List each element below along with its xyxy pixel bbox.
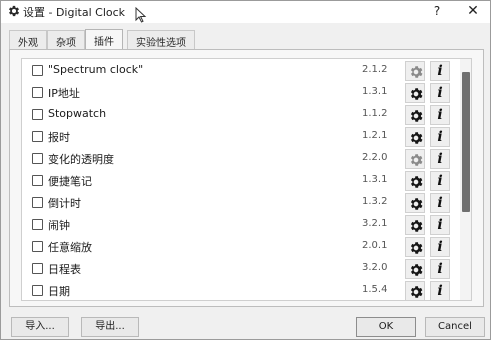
plugin-settings-button[interactable]: [405, 149, 425, 169]
window-title: 设置 - Digital Clock: [23, 6, 126, 19]
plugin-row: 便捷笔记 1.3.1 i: [22, 170, 462, 192]
plugin-info-button[interactable]: i: [430, 127, 450, 147]
plugin-row: 任意缩放 2.0.1 i: [22, 236, 462, 258]
plugin-name: Stopwatch: [48, 107, 107, 120]
cancel-button[interactable]: Cancel: [425, 317, 485, 337]
plugin-row: 日期 1.5.4 i: [22, 280, 462, 300]
plugin-name: 日程表: [48, 263, 81, 276]
plugin-enable-checkbox[interactable]: [32, 219, 43, 230]
plugin-enable-checkbox[interactable]: [32, 153, 43, 164]
settings-dialog: 设置 - Digital Clock ? ✕ 外观 杂项 插件 实验性选项 日期…: [0, 0, 491, 340]
plugin-row: 变化的透明度 2.2.0 i: [22, 148, 462, 170]
plugin-enable-checkbox[interactable]: [32, 263, 43, 274]
plugin-version: 2.1.2: [362, 64, 388, 75]
plugin-version: 1.3.1: [362, 174, 388, 185]
plugin-info-button[interactable]: i: [430, 105, 450, 125]
ok-button[interactable]: OK: [356, 317, 416, 337]
help-button[interactable]: ?: [429, 2, 445, 20]
plugin-name: 便捷笔记: [48, 175, 92, 188]
plugin-enable-checkbox[interactable]: [32, 197, 43, 208]
gear-icon: [410, 88, 423, 100]
plugin-enable-checkbox[interactable]: [32, 109, 43, 120]
plugin-row: 闹钟 3.2.1 i: [22, 214, 462, 236]
plugin-name: 闹钟: [48, 219, 70, 232]
plugin-version: 1.5.4: [362, 284, 388, 295]
plugin-name: "Spectrum clock": [48, 63, 144, 76]
plugin-name: 报时: [48, 131, 70, 144]
plugin-name: 日期: [48, 285, 70, 298]
plugin-row: Stopwatch 1.1.2 i: [22, 104, 462, 126]
plugin-info-button[interactable]: i: [430, 237, 450, 257]
gear-icon: [410, 66, 423, 78]
plugin-settings-button[interactable]: [405, 127, 425, 147]
plugin-settings-button[interactable]: [405, 237, 425, 257]
gear-icon: [410, 176, 423, 188]
mouse-cursor-icon: [135, 7, 147, 23]
plugin-version: 1.3.2: [362, 196, 388, 207]
plugin-version: 1.1.2: [362, 108, 388, 119]
gear-icon: [410, 242, 423, 254]
plugin-settings-button[interactable]: [405, 193, 425, 213]
plugin-row: 报时 1.2.1 i: [22, 126, 462, 148]
plugin-enable-checkbox[interactable]: [32, 87, 43, 98]
tab-plugins[interactable]: 插件: [85, 29, 123, 49]
plugin-info-button[interactable]: i: [430, 281, 450, 300]
plugin-list: 日期 1.5.4 i 日程表 3.2.0 i 任意缩放 2.0.1 i 闹钟 3.2.1 i 倒计时 1.…: [21, 58, 472, 301]
plugin-enable-checkbox[interactable]: [32, 241, 43, 252]
plugin-row: 倒计时 1.3.2 i: [22, 192, 462, 214]
plugin-info-button[interactable]: i: [430, 83, 450, 103]
plugin-settings-button[interactable]: [405, 215, 425, 235]
plugin-name: 任意缩放: [48, 241, 92, 254]
plugin-settings-button[interactable]: [405, 105, 425, 125]
gear-icon: [410, 220, 423, 232]
gear-icon: [410, 264, 423, 276]
plugin-settings-button[interactable]: [405, 171, 425, 191]
plugin-settings-button[interactable]: [405, 259, 425, 279]
plugin-version: 3.2.1: [362, 218, 388, 229]
gear-icon: [410, 198, 423, 210]
tab-experimental[interactable]: 实验性选项: [127, 30, 195, 49]
gear-icon: [410, 110, 423, 122]
export-button[interactable]: 导出...: [81, 317, 139, 337]
plugin-name: IP地址: [48, 87, 80, 100]
plugin-row: 日程表 3.2.0 i: [22, 258, 462, 280]
plugin-name: 倒计时: [48, 197, 81, 210]
plugin-settings-button[interactable]: [405, 83, 425, 103]
plugin-row: IP地址 1.3.1 i: [22, 82, 462, 104]
plugin-enable-checkbox[interactable]: [32, 65, 43, 76]
import-button[interactable]: 导入...: [11, 317, 69, 337]
gear-icon: [410, 286, 423, 298]
plugin-version: 3.2.0: [362, 262, 388, 273]
plugin-enable-checkbox[interactable]: [32, 285, 43, 296]
plugin-enable-checkbox[interactable]: [32, 175, 43, 186]
title-bar: 设置 - Digital Clock ? ✕: [1, 1, 490, 23]
scrollbar-thumb[interactable]: [462, 72, 470, 212]
plugin-info-button[interactable]: i: [430, 149, 450, 169]
plugin-version: 2.2.0: [362, 152, 388, 163]
tab-misc[interactable]: 杂项: [47, 30, 85, 49]
plugin-info-button[interactable]: i: [430, 215, 450, 235]
plugin-enable-checkbox[interactable]: [32, 131, 43, 142]
plugin-row: "Spectrum clock" 2.1.2 i: [22, 60, 462, 82]
plugin-settings-button[interactable]: [405, 61, 425, 81]
plugin-version: 1.2.1: [362, 130, 388, 141]
plugin-info-button[interactable]: i: [430, 61, 450, 81]
gear-icon: [410, 132, 423, 144]
tab-appearance[interactable]: 外观: [9, 30, 47, 49]
gear-icon: [410, 154, 423, 166]
plugin-info-button[interactable]: i: [430, 193, 450, 213]
gear-icon: [8, 5, 20, 17]
plugin-version: 2.0.1: [362, 240, 388, 251]
plugin-settings-button[interactable]: [405, 281, 425, 300]
plugin-info-button[interactable]: i: [430, 259, 450, 279]
plugin-version: 1.3.1: [362, 86, 388, 97]
close-button[interactable]: ✕: [463, 2, 483, 20]
plugin-name: 变化的透明度: [48, 153, 114, 166]
plugin-info-button[interactable]: i: [430, 171, 450, 191]
